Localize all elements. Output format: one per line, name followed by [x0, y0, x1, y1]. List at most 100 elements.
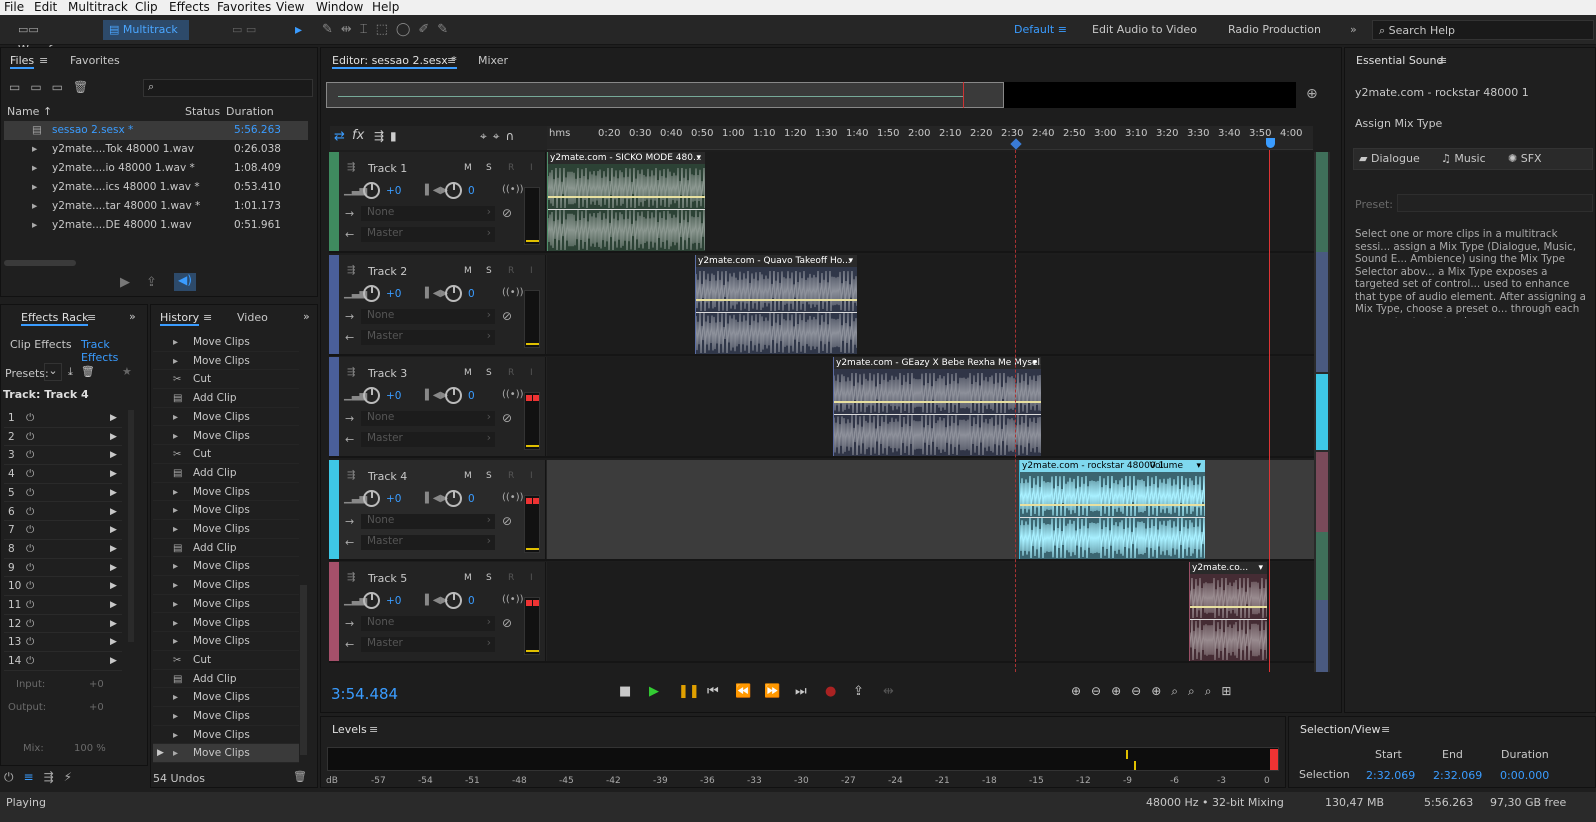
power-icon[interactable]: ⏻: [26, 409, 34, 427]
power-icon[interactable]: ⏻: [26, 446, 34, 464]
phase-icon[interactable]: ⊘: [502, 616, 512, 630]
music-button[interactable]: ♫ Music: [1441, 152, 1486, 165]
power-icon[interactable]: ⏻: [26, 652, 34, 670]
zoom-target-icon[interactable]: ⊕: [1306, 86, 1318, 102]
volume-envelope[interactable]: [696, 298, 857, 301]
phase-icon[interactable]: ⊘: [502, 309, 512, 323]
track-color-strip[interactable]: [329, 357, 339, 456]
in-out-icon[interactable]: ⇄: [334, 129, 345, 144]
slot-arrow-icon[interactable]: ▶: [110, 615, 117, 633]
clip-header[interactable]: y2mate.com - Quavo Takeoff Ho... ▾: [696, 254, 857, 267]
effect-slot[interactable]: 9 ⏻ ▶: [4, 559, 122, 578]
preset-actions[interactable]: ⤓🗑: [68, 365, 103, 379]
effect-slot[interactable]: 11 ⏻ ▶: [4, 596, 122, 615]
power-icon[interactable]: ⏻: [26, 615, 34, 633]
effect-slot[interactable]: 8 ⏻ ▶: [4, 540, 122, 559]
effect-slot[interactable]: 14 ⏻ ▶: [4, 652, 122, 671]
track-header[interactable]: ⇶ Track 1 M S R I ▁▃▅ +0 ▌◀▶ 0 ((•)) → N…: [329, 152, 546, 251]
volume-knob[interactable]: [363, 182, 380, 199]
audio-clip[interactable]: y2mate.com - GEazy X Bebe Rexha Me Mysel…: [833, 357, 1041, 456]
files-search-input[interactable]: ⌕: [143, 79, 313, 97]
record-arm-button[interactable]: R: [508, 471, 514, 481]
history-expand-icon[interactable]: »: [303, 310, 310, 323]
power-icon[interactable]: ⏻: [26, 633, 34, 651]
volume-envelope[interactable]: [834, 401, 1041, 403]
menu-multitrack[interactable]: Multitrack: [68, 0, 128, 15]
dialogue-button[interactable]: ▰ Dialogue: [1359, 152, 1420, 165]
slot-arrow-icon[interactable]: ▶: [110, 465, 117, 483]
effect-slot[interactable]: 3 ⏻ ▶: [4, 446, 122, 466]
view-tools[interactable]: ▭ ▭: [232, 20, 282, 40]
effect-slot[interactable]: 1 ⏻ ▶: [4, 409, 122, 428]
pan-knob[interactable]: [445, 387, 462, 404]
mute-button[interactable]: M: [464, 163, 472, 173]
search-help-field[interactable]: ⌕ Search Help: [1372, 20, 1594, 40]
record-arm-button[interactable]: R: [508, 368, 514, 378]
menu-effects[interactable]: Effects: [169, 0, 210, 15]
track-lane[interactable]: y2mate.com - GEazy X Bebe Rexha Me Mysel…: [547, 357, 1317, 456]
essential-menu-icon[interactable]: ≡: [1438, 54, 1447, 67]
pan-value[interactable]: 0: [468, 390, 475, 402]
pan-envelope[interactable]: [696, 311, 857, 313]
effect-slot[interactable]: 6 ⏻ ▶: [4, 503, 122, 522]
clip-header[interactable]: y2mate.com - GEazy X Bebe Rexha Me Mysel…: [834, 357, 1041, 369]
history-item[interactable]: ▸ Move Clips: [153, 408, 299, 427]
volume-value[interactable]: +0: [386, 390, 401, 402]
track-header[interactable]: ⇶ Track 2 M S R I ▁▃▅ +0 ▌◀▶ 0 ((•)) → N…: [329, 254, 546, 354]
file-row[interactable]: ▤ sessao 2.sesx * 5:56.263: [4, 121, 308, 140]
fast-forward-button[interactable]: ⏩: [764, 684, 780, 699]
track-output-select[interactable]: Master ›: [361, 432, 495, 447]
sfx-button[interactable]: ✺ SFX: [1508, 152, 1542, 165]
slot-arrow-icon[interactable]: ▶: [110, 409, 117, 427]
stereo-icon[interactable]: ((•)): [502, 389, 524, 400]
effect-slot[interactable]: 7 ⏻ ▶: [4, 521, 122, 540]
track-input-select[interactable]: None ›: [361, 411, 495, 426]
power-icon[interactable]: ⏻: [26, 428, 34, 446]
preview-controls[interactable]: ▶⇪: [120, 275, 173, 290]
power-icon[interactable]: ⏻: [26, 484, 34, 502]
send-eq-icons[interactable]: ⇶▮: [374, 129, 403, 143]
go-start-button[interactable]: ⏮: [707, 684, 719, 699]
favorite-star-icon[interactable]: ★: [122, 365, 132, 378]
history-item[interactable]: ▸ Move Clips: [153, 688, 299, 707]
pan-value[interactable]: 0: [468, 493, 475, 505]
track-header[interactable]: ⇶ Track 5 M S R I ▁▃▅ +0 ▌◀▶ 0 ((•)) → N…: [329, 562, 546, 661]
snap-icons[interactable]: ⌖⌖∩: [480, 129, 520, 144]
history-item[interactable]: ▸ Move Clips: [153, 483, 299, 502]
tab-files[interactable]: Files: [10, 54, 35, 69]
file-row[interactable]: ▸ y2mate....ics 48000 1.wav * 0:53.410: [4, 178, 308, 197]
slot-arrow-icon[interactable]: ▶: [110, 484, 117, 502]
history-item[interactable]: ▸ Move Clips: [153, 557, 299, 577]
menu-help[interactable]: Help: [372, 0, 399, 15]
history-delete-icon[interactable]: 🗑: [293, 770, 307, 783]
solo-button[interactable]: S: [486, 368, 492, 378]
column-status[interactable]: Status: [185, 105, 220, 118]
monitor-button[interactable]: I: [530, 573, 533, 583]
more-workspaces-icon[interactable]: »: [1350, 20, 1364, 40]
go-end-button[interactable]: ⏭: [795, 684, 807, 699]
volume-value[interactable]: +0: [386, 595, 401, 607]
volume-value[interactable]: +0: [386, 185, 401, 197]
stop-button[interactable]: ■: [619, 684, 631, 699]
stereo-icon[interactable]: ((•)): [502, 594, 524, 605]
effects-menu-icon[interactable]: ≡: [87, 311, 96, 324]
slot-arrow-icon[interactable]: ▶: [110, 577, 117, 595]
history-item[interactable]: ▸ Move Clips: [153, 614, 299, 633]
history-item[interactable]: ▸ Move Clips: [153, 707, 299, 726]
effects-rack-title[interactable]: Effects Rack: [21, 311, 89, 326]
selection-menu-icon[interactable]: ≡: [1381, 723, 1390, 736]
track-lane[interactable]: y2mate.com - Quavo Takeoff Ho... ▾: [547, 254, 1317, 354]
vertical-scroll-overview[interactable]: [1314, 152, 1330, 672]
phase-icon[interactable]: ⊘: [502, 411, 512, 425]
volume-knob[interactable]: [363, 284, 380, 302]
selection-duration[interactable]: 0:00.000: [1500, 769, 1549, 782]
record-arm-button[interactable]: R: [508, 163, 514, 173]
tab-mixer[interactable]: Mixer: [478, 54, 508, 67]
audio-clip[interactable]: y2mate.com - SICKO MODE 480... ▾: [547, 152, 705, 251]
effect-slot[interactable]: 12 ⏻ ▶: [4, 615, 122, 634]
workspace-default[interactable]: Default ≡: [1014, 20, 1072, 40]
autoplay-toggle[interactable]: ◀): [174, 273, 196, 291]
track-name[interactable]: Track 1: [368, 162, 407, 175]
history-item[interactable]: ▤ Add Clip: [153, 464, 299, 483]
effect-slot[interactable]: 10 ⏻ ▶: [4, 577, 122, 596]
